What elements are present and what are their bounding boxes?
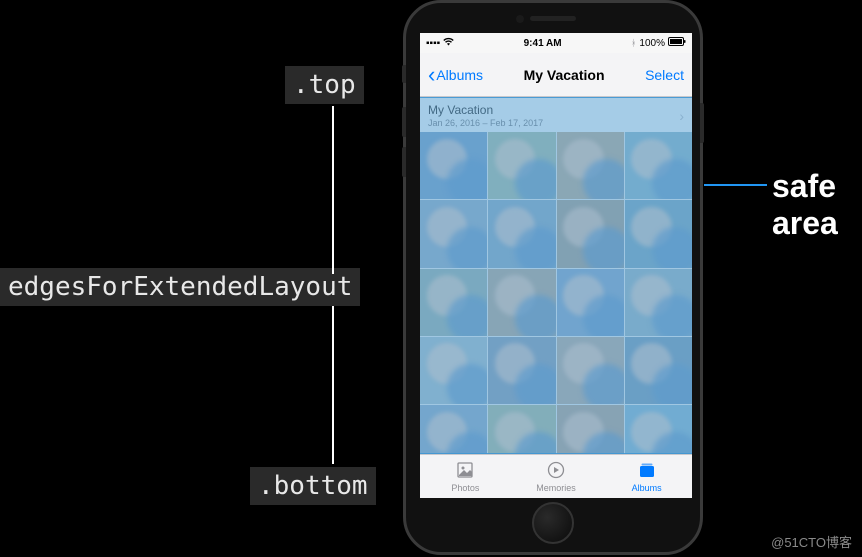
connector-safe-area [694,184,767,186]
power-button [700,103,704,143]
album-section-title: My Vacation [428,103,543,117]
tab-label: Memories [536,483,576,493]
battery-percentage: 100% [639,38,665,49]
back-button[interactable]: ‹ Albums [428,67,483,83]
watermark: @51CTO博客 [771,532,852,551]
photo-thumbnail[interactable] [488,200,555,267]
albums-icon [637,460,657,482]
chevron-right-icon: › [679,108,684,124]
album-section-subtitle: Jan 26, 2016 – Feb 17, 2017 [428,118,543,128]
connector-edges-to-bottom [332,306,334,464]
volume-down-button [402,147,406,177]
photo-thumbnail[interactable] [557,269,624,336]
photo-thumbnail[interactable] [488,269,555,336]
select-button[interactable]: Select [645,67,684,83]
label-top: .top [285,66,364,104]
photo-thumbnail[interactable] [625,337,692,404]
back-button-label: Albums [436,67,483,83]
photo-thumbnail[interactable] [420,337,487,404]
navigation-title: My Vacation [524,67,605,83]
photo-thumbnail[interactable] [557,132,624,199]
iphone-device-frame: ▪▪▪▪ 9:41 AM ᚼ 100% ‹ Albums My Vacation [403,0,703,555]
volume-up-button [402,107,406,137]
chevron-left-icon: ‹ [428,68,435,82]
tab-label: Photos [451,483,479,493]
photos-icon [455,460,475,482]
photo-thumbnail[interactable] [557,200,624,267]
album-section-header[interactable]: My Vacation Jan 26, 2016 – Feb 17, 2017 … [420,97,692,132]
photo-thumbnail[interactable] [625,269,692,336]
battery-icon [668,37,686,49]
photo-thumbnail[interactable] [420,269,487,336]
memories-icon [546,460,566,482]
tab-memories[interactable]: Memories [511,460,602,493]
status-bar-right: ᚼ 100% [631,37,686,49]
phone-front-camera [516,15,524,23]
mute-switch [402,65,406,83]
tab-photos[interactable]: Photos [420,460,511,493]
photo-thumbnail[interactable] [420,132,487,199]
photo-thumbnail[interactable] [488,132,555,199]
connector-top-to-edges [332,106,334,274]
status-bar-left: ▪▪▪▪ [426,37,454,49]
photo-grid [420,132,692,472]
bluetooth-icon: ᚼ [631,38,636,48]
label-bottom: .bottom [250,467,376,505]
tab-albums[interactable]: Albums [601,460,692,493]
signal-strength-icon: ▪▪▪▪ [426,38,440,49]
label-safe-area: safe area [772,168,862,242]
photo-thumbnail[interactable] [488,337,555,404]
wifi-icon [443,37,454,49]
label-edges-for-extended-layout: edgesForExtendedLayout [0,268,360,306]
photo-thumbnail[interactable] [625,132,692,199]
home-button[interactable] [532,502,574,544]
photo-thumbnail[interactable] [420,200,487,267]
photo-thumbnail[interactable] [557,337,624,404]
navigation-bar: ‹ Albums My Vacation Select [420,53,692,97]
tab-bar: Photos Memories Albums [420,454,692,498]
tab-label: Albums [632,483,662,493]
iphone-screen: ▪▪▪▪ 9:41 AM ᚼ 100% ‹ Albums My Vacation [420,33,692,498]
phone-speaker [530,16,576,21]
status-bar: ▪▪▪▪ 9:41 AM ᚼ 100% [420,33,692,53]
photo-thumbnail[interactable] [625,200,692,267]
status-bar-time: 9:41 AM [524,38,562,49]
